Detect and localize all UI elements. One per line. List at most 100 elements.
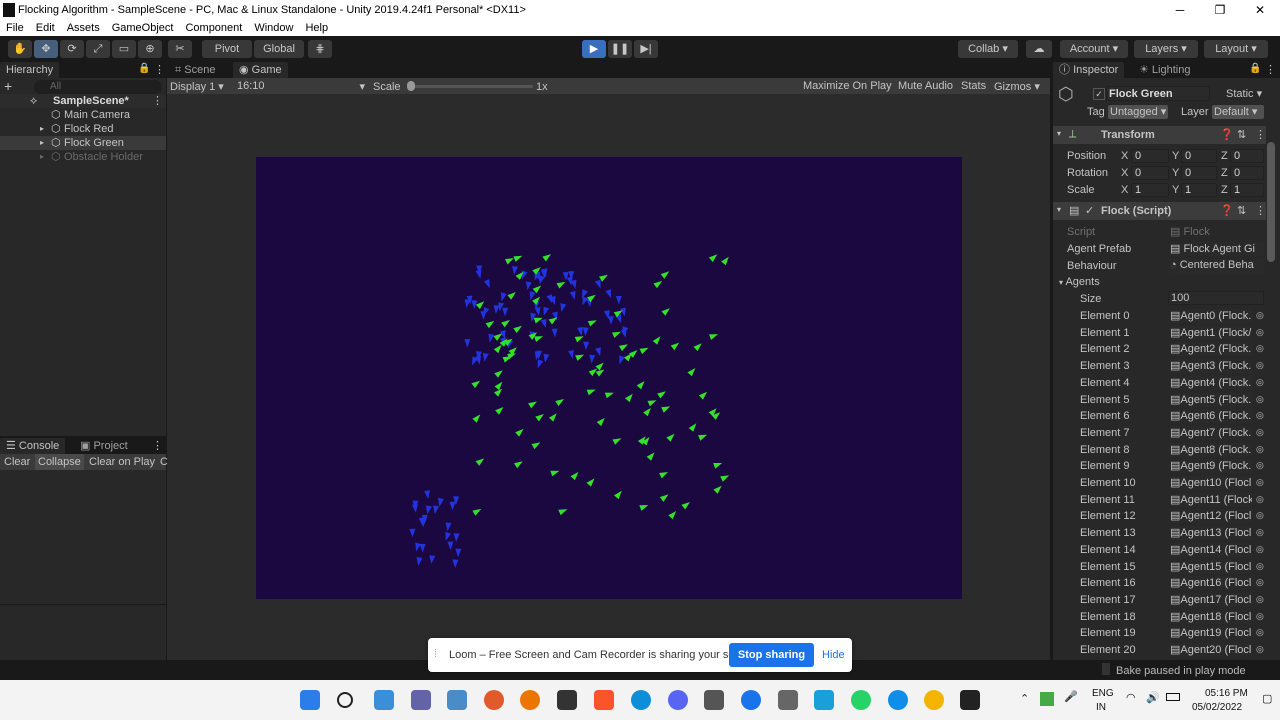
more-icon[interactable]: ⋮ — [1265, 63, 1276, 76]
foldout-arrow-icon[interactable]: ▾ — [1057, 129, 1061, 138]
hide-button[interactable]: Hide — [822, 649, 845, 661]
menu-edit[interactable]: Edit — [36, 22, 55, 34]
language-label[interactable]: ENG — [1092, 688, 1114, 699]
component-enabled-checkbox[interactable]: ✓ — [1085, 204, 1094, 217]
wifi-icon[interactable]: ◠ — [1126, 691, 1136, 704]
lock-icon[interactable]: 🔒 — [1249, 63, 1261, 74]
expand-arrow-icon[interactable]: ▸ — [40, 136, 44, 150]
agents-foldout[interactable]: ▾ Agents — [1059, 276, 1100, 288]
element-field[interactable]: ▤Agent7 (Flock. — [1170, 425, 1252, 440]
object-picker-icon[interactable]: ◎ — [1256, 627, 1264, 638]
object-picker-icon[interactable]: ◎ — [1256, 310, 1264, 321]
object-picker-icon[interactable]: ◎ — [1256, 444, 1264, 455]
layer-dropdown[interactable]: Default ▾ — [1212, 105, 1264, 119]
pause-button[interactable]: ❚❚ — [608, 40, 632, 58]
minimize-button[interactable]: ─ — [1160, 0, 1200, 20]
stats-toggle[interactable]: Stats — [961, 80, 986, 92]
object-picker-icon[interactable]: ◎ — [1256, 477, 1264, 488]
preset-icon[interactable]: ⇅ — [1237, 128, 1246, 141]
object-picker-icon[interactable]: ◎ — [1256, 527, 1264, 538]
element-field[interactable]: ▤Agent17 (Flocl — [1170, 592, 1252, 607]
element-field[interactable]: ▤Agent20 (Flocl — [1170, 643, 1252, 657]
object-picker-icon[interactable]: ◎ — [1256, 510, 1264, 521]
maximize-button[interactable]: ❐ — [1200, 0, 1240, 20]
transform-2-z-field[interactable]: 1 — [1230, 183, 1264, 197]
transform-1-x-field[interactable]: 0 — [1131, 166, 1169, 180]
hierarchy-item-samplescene[interactable]: ⟡ SampleScene* ⋮ — [0, 94, 166, 108]
element-field[interactable]: ▤Agent1 (Flock/ — [1170, 325, 1252, 340]
layers-dropdown[interactable]: Layers ▾ — [1134, 40, 1198, 58]
mute-audio-toggle[interactable]: Mute Audio — [898, 80, 953, 92]
agent-prefab-field[interactable]: ▤ Flock Agent Gi — [1170, 242, 1264, 256]
chrome-icon[interactable] — [924, 690, 944, 710]
foldout-arrow-icon[interactable]: ▾ — [1057, 205, 1061, 214]
object-picker-icon[interactable]: ◎ — [1256, 494, 1264, 505]
object-picker-icon[interactable]: ◎ — [1256, 594, 1264, 605]
monitor-icon[interactable] — [814, 690, 834, 710]
battery-icon[interactable] — [1166, 693, 1180, 701]
brave-icon[interactable] — [594, 690, 614, 710]
tab-project[interactable]: ▣ Project — [74, 438, 134, 454]
object-picker-icon[interactable]: ◎ — [1256, 544, 1264, 555]
snap-icon[interactable]: ⋕ — [308, 40, 332, 58]
element-field[interactable]: ▤Agent14 (Flocl — [1170, 542, 1252, 557]
element-field[interactable]: ▤Agent6 (Flock. — [1170, 409, 1252, 424]
transform-2-x-field[interactable]: 1 — [1131, 183, 1169, 197]
cloud-icon[interactable]: ☁ — [1026, 40, 1052, 58]
transform-2-y-field[interactable]: 1 — [1181, 183, 1217, 197]
size-field[interactable]: 100 — [1168, 291, 1264, 305]
calculator-icon[interactable] — [778, 690, 798, 710]
play-button[interactable]: ▶ — [582, 40, 606, 58]
clear-button[interactable]: Clear — [4, 456, 30, 468]
element-field[interactable]: ▤Agent16 (Flocl — [1170, 576, 1252, 591]
element-field[interactable]: ▤Agent12 (Flocl — [1170, 509, 1252, 524]
menu-component[interactable]: Component — [185, 22, 242, 34]
transform-0-z-field[interactable]: 0 — [1230, 149, 1264, 163]
element-field[interactable]: ▤Agent9 (Flock. — [1170, 459, 1252, 474]
transform-header[interactable]: ▾ ⟂ Transform ❓ ⇅ ⋮ — [1053, 126, 1266, 144]
element-field[interactable]: ▤Agent11 (Flock — [1170, 492, 1252, 507]
teamviewer-icon[interactable] — [888, 690, 908, 710]
scene-more-icon[interactable]: ⋮ — [152, 94, 163, 108]
element-field[interactable]: ▤Agent3 (Flock. — [1170, 359, 1252, 374]
active-checkbox[interactable]: ✓ — [1093, 88, 1105, 100]
object-picker-icon[interactable]: ◎ — [1256, 577, 1264, 588]
scale-slider-handle[interactable] — [407, 81, 415, 91]
tab-hierarchy[interactable]: Hierarchy — [0, 62, 60, 78]
microphone-icon[interactable]: 🎤 — [1064, 690, 1078, 703]
hierarchy-search-input[interactable]: All — [34, 80, 162, 94]
expand-arrow-icon[interactable]: ▸ — [40, 150, 44, 164]
element-field[interactable]: ▤Agent15 (Flocl — [1170, 559, 1252, 574]
aspect-dropdown[interactable]: 16:10 ▾ — [237, 80, 365, 93]
photos-icon[interactable] — [447, 690, 467, 710]
discord-icon[interactable] — [668, 690, 688, 710]
element-field[interactable]: ▤Agent5 (Flock. — [1170, 392, 1252, 407]
teams-icon[interactable] — [411, 690, 431, 710]
transform-0-y-field[interactable]: 0 — [1181, 149, 1217, 163]
flock-script-header[interactable]: ▾ ▤ ✓ Flock (Script) ❓ ⇅ ⋮ — [1053, 202, 1266, 220]
element-field[interactable]: ▤Agent13 (Flocl — [1170, 526, 1252, 541]
hand-tool-icon[interactable]: ✋ — [8, 40, 32, 58]
element-field[interactable]: ▤Agent0 (Flock. — [1170, 309, 1252, 323]
object-picker-icon[interactable]: ◎ — [1256, 410, 1264, 421]
sticky-notes-icon[interactable] — [557, 690, 577, 710]
behaviour-field[interactable]: ◔ Centered Beha — [1170, 259, 1264, 273]
pivot-toggle[interactable]: Pivot — [202, 40, 252, 58]
stop-sharing-button[interactable]: Stop sharing — [729, 643, 814, 667]
rotate-tool-icon[interactable]: ⟳ — [60, 40, 84, 58]
notifications-icon[interactable]: ▢ — [1262, 692, 1272, 705]
start-icon[interactable] — [300, 690, 320, 710]
expand-arrow-icon[interactable]: ▸ — [40, 122, 44, 136]
add-icon[interactable]: + — [4, 78, 12, 94]
scale-slider[interactable] — [407, 81, 533, 91]
custom-tool-icon[interactable]: ✂ — [168, 40, 192, 58]
object-picker-icon[interactable]: ◎ — [1256, 561, 1264, 572]
element-field[interactable]: ▤Agent8 (Flock. — [1170, 442, 1252, 457]
rect-tool-icon[interactable]: ▭ — [112, 40, 136, 58]
component-menu-icon[interactable]: ⋮ — [1255, 128, 1266, 141]
tray-app-icon[interactable] — [1040, 692, 1054, 706]
display-dropdown[interactable]: Display 1 ▾ — [170, 80, 224, 93]
menu-assets[interactable]: Assets — [67, 22, 100, 34]
element-field[interactable]: ▤Agent18 (Flocl — [1170, 609, 1252, 624]
tag-dropdown[interactable]: Untagged ▾ — [1108, 105, 1168, 119]
